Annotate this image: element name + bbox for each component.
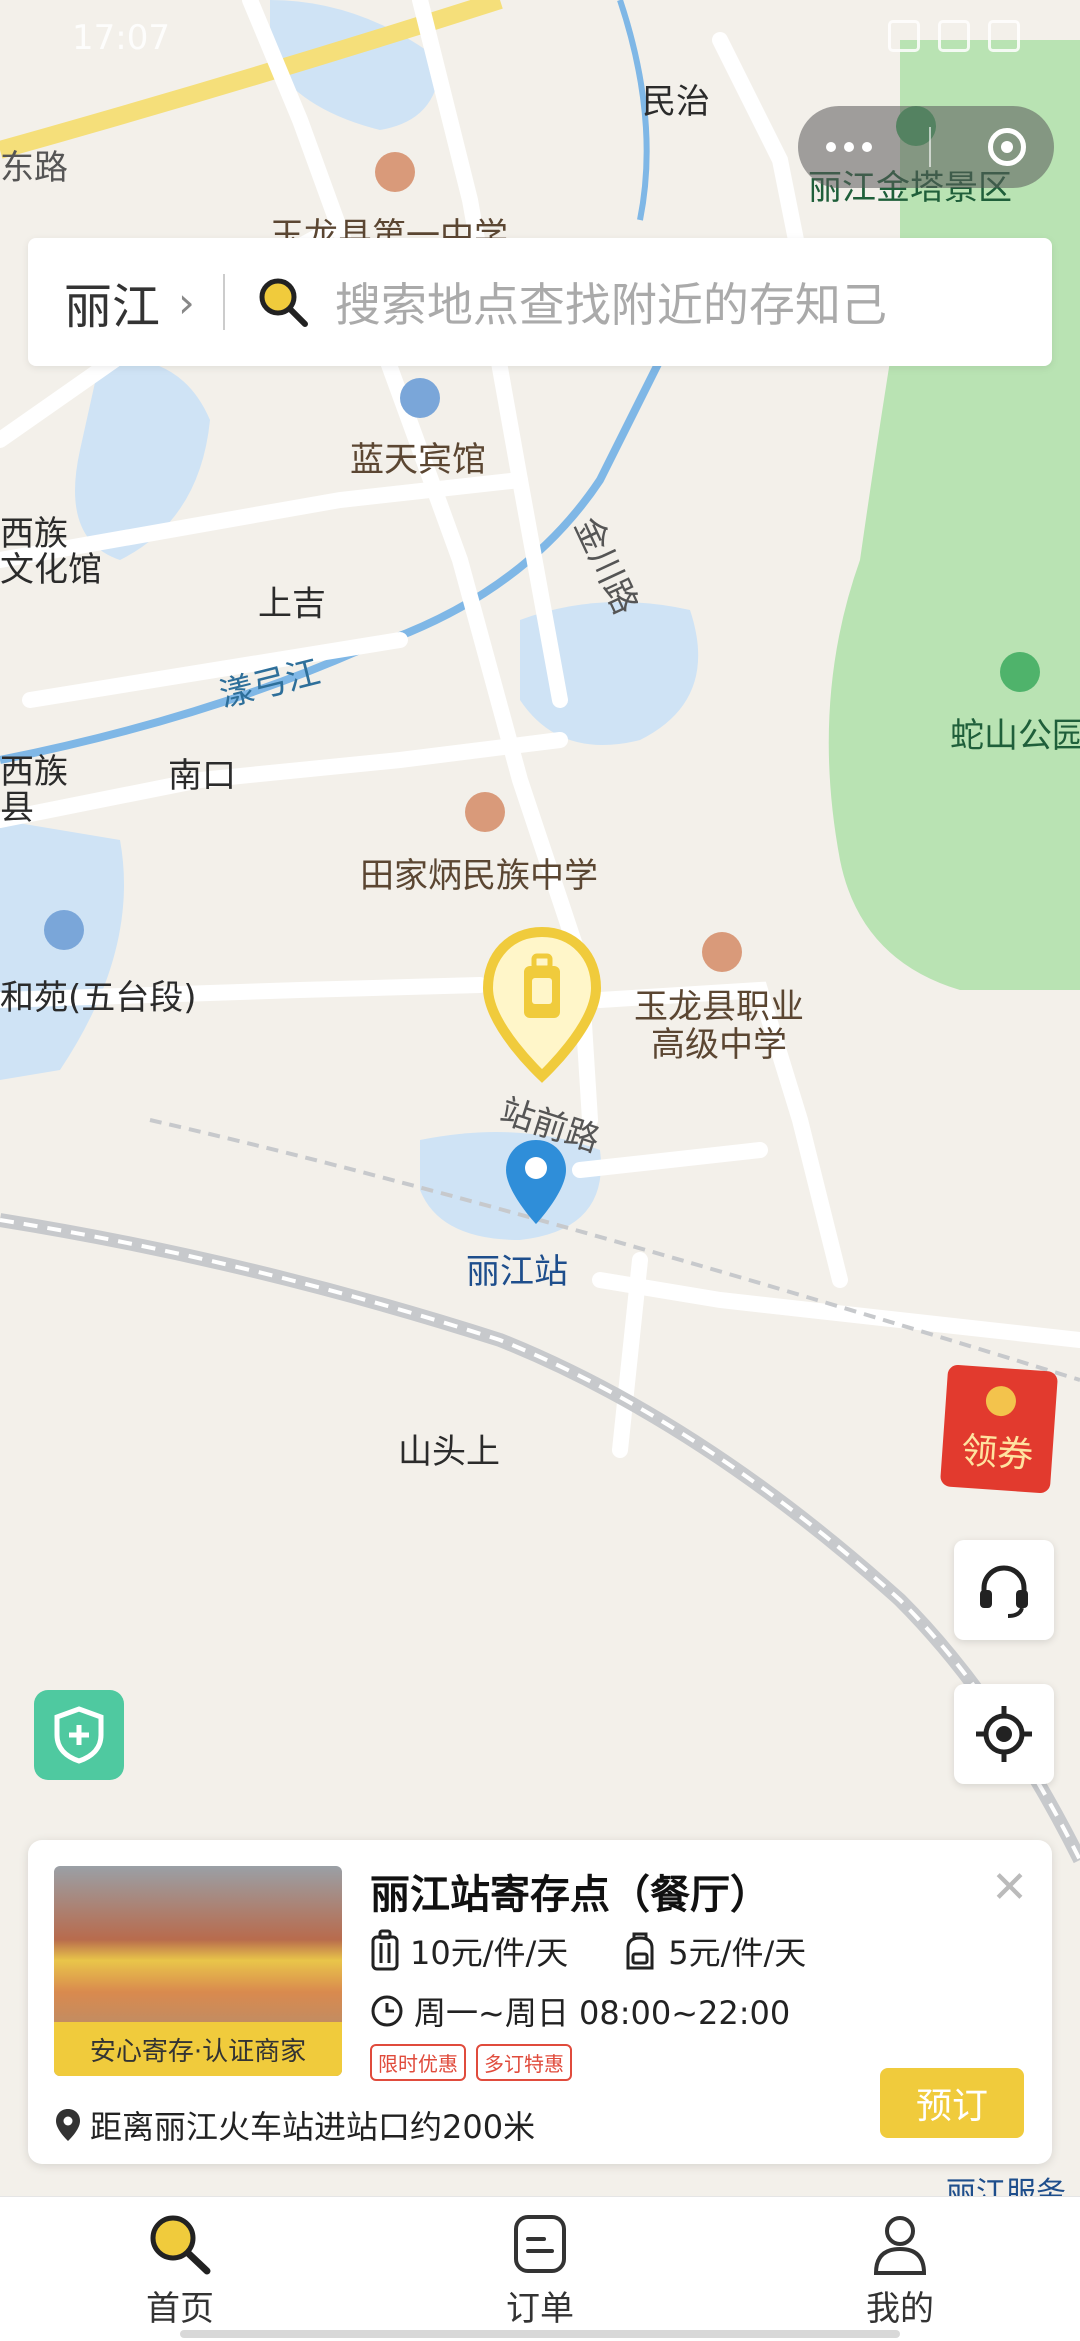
status-icons bbox=[888, 20, 1020, 52]
map-label-tianjiabing-school: 田家炳民族中学 bbox=[360, 856, 598, 896]
storage-point-card[interactable]: 安心寄存·认证商家 丽江站寄存点（餐厅） ✕ 10元/件/天 5元/件/天 周一… bbox=[28, 1840, 1052, 2164]
tab-orders-label: 订单 bbox=[506, 2289, 574, 2329]
search-home-icon bbox=[150, 2215, 211, 2275]
business-hours-text: 周一~周日 08:00~22:00 bbox=[414, 1994, 791, 2032]
map-label-naxi-county: 西族 县 bbox=[0, 752, 68, 828]
safety-shield-button[interactable] bbox=[34, 1690, 124, 1780]
storage-point-marker[interactable] bbox=[480, 926, 604, 1086]
wifi-icon bbox=[938, 20, 970, 52]
battery-icon bbox=[988, 20, 1020, 52]
headset-icon bbox=[980, 1565, 1028, 1618]
price-bag: 5元/件/天 bbox=[622, 1928, 806, 1974]
locate-icon bbox=[976, 1706, 1032, 1762]
chevron-right-icon[interactable]: › bbox=[178, 278, 195, 327]
search-icon[interactable] bbox=[255, 274, 311, 330]
tab-orders[interactable]: 订单 bbox=[360, 2197, 720, 2341]
tab-profile-label: 我的 bbox=[866, 2289, 934, 2329]
coupon-button[interactable]: 领券 bbox=[939, 1364, 1059, 1494]
status-time: 17:07 bbox=[72, 18, 170, 58]
home-indicator bbox=[180, 2330, 900, 2338]
search-input[interactable]: 搜索地点查找附近的存知己 bbox=[335, 269, 887, 335]
search-divider bbox=[222, 274, 225, 330]
price-luggage-text: 10元/件/天 bbox=[410, 1934, 569, 1972]
status-bar: 17:07 bbox=[0, 0, 1080, 80]
price-row: 10元/件/天 5元/件/天 bbox=[370, 1928, 860, 1974]
price-bag-text: 5元/件/天 bbox=[668, 1934, 807, 1972]
mini-program-capsule bbox=[798, 106, 1054, 188]
shield-plus-icon bbox=[54, 1706, 104, 1764]
distance-info: 距离丽江火车站进站口约200米 bbox=[54, 2102, 535, 2148]
close-miniprogram-icon[interactable] bbox=[987, 128, 1026, 166]
map-label-naxi-culture: 西族 文化馆 bbox=[0, 514, 102, 590]
price-luggage: 10元/件/天 bbox=[370, 1928, 568, 1974]
backpack-icon bbox=[626, 1932, 654, 1970]
storage-point-title: 丽江站寄存点（餐厅） bbox=[370, 1872, 770, 1918]
close-icon[interactable]: ✕ bbox=[991, 1862, 1028, 1913]
capsule-divider bbox=[928, 127, 931, 167]
map-label-yulong-vocational: 玉龙县职业 高级中学 bbox=[634, 987, 804, 1065]
tag-multi-order: 多订特惠 bbox=[476, 2044, 572, 2081]
promo-tags: 限时优惠 多订特惠 bbox=[370, 2044, 572, 2081]
order-list-icon bbox=[514, 2215, 566, 2273]
coupon-label: 领券 bbox=[959, 1430, 1035, 1477]
map-label-shangji: 上吉 bbox=[258, 584, 326, 624]
map-label-dong-lu: 东路 bbox=[0, 148, 68, 188]
locate-button[interactable] bbox=[954, 1684, 1054, 1784]
certified-merchant-badge: 安心寄存·认证商家 bbox=[54, 2022, 342, 2076]
signal-icon bbox=[888, 20, 920, 52]
more-menu-icon[interactable] bbox=[826, 142, 873, 152]
book-button[interactable]: 预订 bbox=[880, 2068, 1024, 2138]
suitcase-icon bbox=[371, 1929, 399, 1971]
map-label-lantian-hotel: 蓝天宾馆 bbox=[350, 440, 486, 480]
map-label-minzhi: 民治 bbox=[642, 82, 710, 122]
map-label-sheshan-park: 蛇山公园 bbox=[950, 716, 1080, 756]
tab-profile[interactable]: 我的 bbox=[720, 2197, 1080, 2341]
distance-text: 距离丽江火车站进站口约200米 bbox=[90, 2108, 536, 2146]
bottom-tab-bar: 首页 订单 我的 bbox=[0, 2196, 1080, 2341]
map-label-shantou: 山头上 bbox=[398, 1432, 500, 1472]
clock-icon bbox=[371, 1995, 403, 2027]
map-label-nankou: 南口 bbox=[168, 756, 236, 796]
tag-limited-offer: 限时优惠 bbox=[370, 2044, 466, 2081]
business-hours: 周一~周日 08:00~22:00 bbox=[370, 1988, 790, 2034]
city-selector[interactable]: 丽江 bbox=[64, 267, 160, 337]
location-pin-icon bbox=[56, 2109, 80, 2141]
tab-home[interactable]: 首页 bbox=[0, 2197, 360, 2341]
customer-service-button[interactable] bbox=[954, 1540, 1054, 1640]
user-icon bbox=[873, 2216, 927, 2275]
search-bar: 丽江 › 搜索地点查找附近的存知己 bbox=[28, 238, 1052, 366]
station-location-pin bbox=[506, 1140, 566, 1224]
map-label-heyuan: 和苑(五台段) bbox=[0, 978, 197, 1018]
tab-home-label: 首页 bbox=[146, 2289, 214, 2329]
map-label-lijiang-station: 丽江站 bbox=[466, 1252, 568, 1292]
storage-point-photo[interactable]: 安心寄存·认证商家 bbox=[54, 1866, 342, 2076]
